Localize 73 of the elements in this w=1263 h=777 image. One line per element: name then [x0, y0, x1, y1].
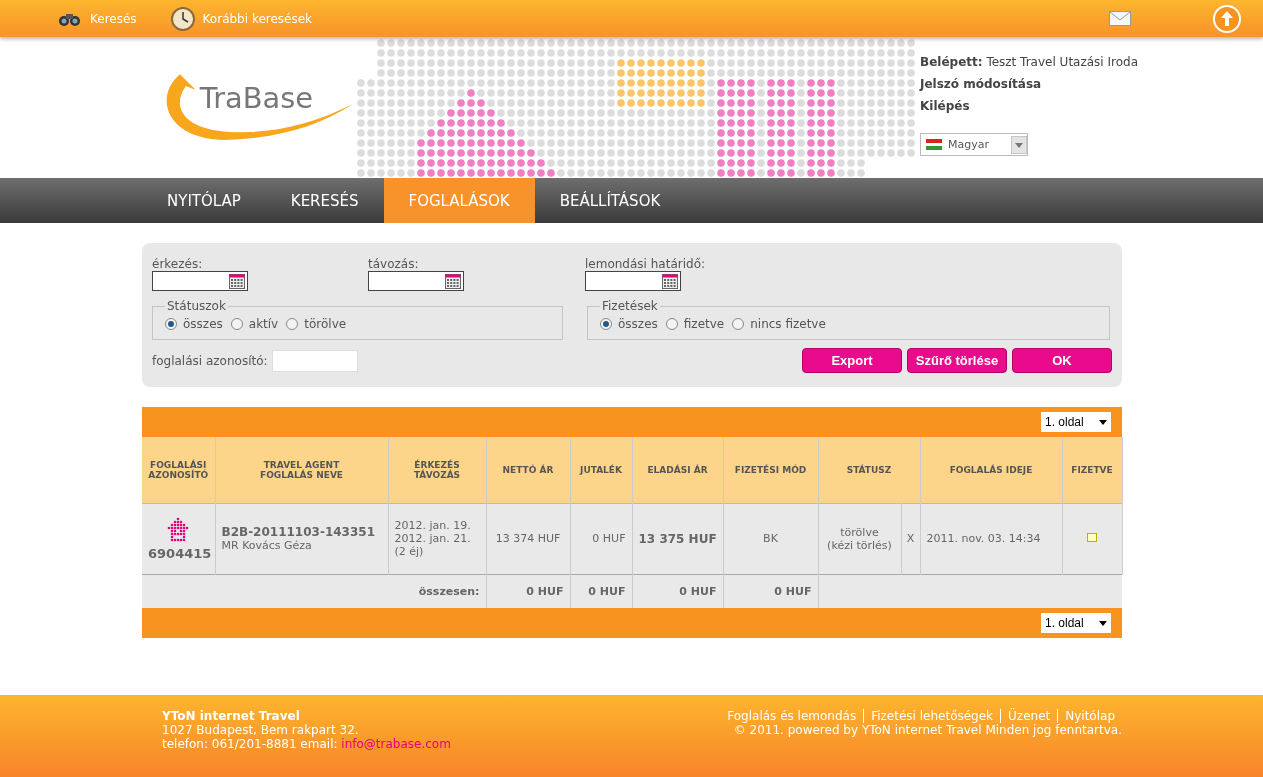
column-header: FIZETVE	[1062, 437, 1122, 503]
id-input-field[interactable]	[271, 349, 358, 372]
logged-in-text: Belépett: Teszt Travel Utazási Iroda	[920, 55, 1139, 69]
totals-label: összesen:	[142, 574, 486, 608]
calendar-icon[interactable]	[229, 273, 245, 289]
contact-text: telefon: 061/201-8881 email:	[162, 737, 338, 751]
date-field[interactable]	[585, 271, 681, 291]
sale-price-cell: 13 375 HUF	[632, 503, 723, 574]
column-header: NETTÓ ÁR	[486, 437, 570, 503]
net-price-cell: 13 374 HUF	[486, 503, 570, 574]
company-name: YToN internet Travel	[162, 709, 301, 723]
caret-icon	[1099, 419, 1107, 425]
column-header: ÉRKEZÉS TÁVOZÁS	[388, 437, 486, 503]
group-legend: Státuszok	[165, 299, 228, 313]
radio-button[interactable]	[165, 318, 177, 330]
page-select[interactable]: 1. oldal	[1041, 412, 1111, 432]
radio-button[interactable]	[600, 318, 612, 330]
date-field[interactable]	[368, 271, 464, 291]
radio-option[interactable]: törölve	[286, 317, 347, 331]
caret-icon	[1099, 620, 1107, 626]
total-cell: 0 HUF	[723, 574, 818, 608]
column-header: FIZETÉSI MÓD	[723, 437, 818, 503]
date-label: lemondási határidő:	[585, 257, 706, 271]
address-text: 1027 Budapest, Bem rakpart 32.	[162, 723, 360, 737]
header-link[interactable]: Kilépés	[920, 99, 1139, 113]
hungarian-flag-icon	[926, 139, 942, 150]
commission-cell: 0 HUF	[570, 503, 632, 574]
payment-method-cell: BK	[723, 503, 818, 574]
binoculars-icon	[58, 11, 82, 26]
date-field[interactable]	[152, 271, 248, 291]
nav-tab[interactable]: BEÁLLÍTÁSOK	[534, 178, 686, 223]
total-cell: 0 HUF	[486, 574, 570, 608]
filter-button[interactable]: OK	[1012, 348, 1112, 373]
radio-option[interactable]: fizetve	[665, 317, 725, 331]
filter-button[interactable]: Export	[802, 348, 902, 373]
id-cell: 6904415	[142, 503, 215, 574]
nav-tab[interactable]: KERESÉS	[265, 178, 384, 223]
caret-icon	[1011, 135, 1027, 154]
copyright-text: © 2011. powered by YToN internet Travel Minden jog fenntartva.	[733, 723, 1122, 737]
radio-button[interactable]	[665, 318, 678, 330]
booking-name-cell: B2B-20111103-143351 MR Kovács Géza	[215, 503, 388, 574]
column-header: FOGLALÁSI AZONOSÍTÓ	[142, 437, 215, 503]
column-header: ELADÁSI ÁR	[632, 437, 723, 503]
clock-icon	[170, 6, 195, 31]
radio-option[interactable]: összes	[165, 317, 223, 331]
id-label: foglalási azonosító:	[152, 353, 268, 368]
column-header: TRAVEL AGENT FOGLALÁS NEVE	[215, 437, 388, 503]
date-label: távozás:	[368, 257, 420, 271]
language-select[interactable]: Magyar	[920, 133, 1028, 156]
total-cell: 0 HUF	[570, 574, 632, 608]
booked-time-cell: 2011. nov. 03. 14:34	[920, 503, 1062, 574]
calendar-icon[interactable]	[662, 273, 678, 289]
radio-button[interactable]	[230, 318, 243, 330]
mail-icon[interactable]	[1109, 11, 1131, 26]
radio-option[interactable]: összes	[600, 317, 658, 331]
column-header: JUTALÉK	[570, 437, 632, 503]
radio-option[interactable]: aktív	[230, 317, 279, 331]
nav-tab[interactable]: NYITÓLAP	[142, 178, 266, 223]
group-legend: Fizetések	[600, 299, 660, 313]
paid-checkbox[interactable]	[1087, 533, 1097, 542]
date-label: érkezés:	[152, 257, 204, 271]
status-cell: törölve (kézi törlés)	[818, 503, 901, 574]
column-header: STÁTUSZ	[818, 437, 920, 503]
column-header: FOGLALÁS IDEJE	[920, 437, 1062, 503]
header-link[interactable]: Jelszó módosítása	[920, 77, 1139, 91]
total-cell: 0 HUF	[632, 574, 723, 608]
radio-button[interactable]	[286, 318, 299, 330]
dates-cell: 2012. jan. 19. 2012. jan. 21. (2 éj)	[388, 503, 486, 574]
filter-button[interactable]: Szűrő törlése	[907, 348, 1007, 373]
calendar-icon[interactable]	[445, 273, 461, 289]
page-select[interactable]: 1. oldal	[1041, 613, 1111, 633]
radio-option[interactable]: nincs fizetve	[732, 317, 826, 331]
radio-button[interactable]	[732, 318, 745, 330]
